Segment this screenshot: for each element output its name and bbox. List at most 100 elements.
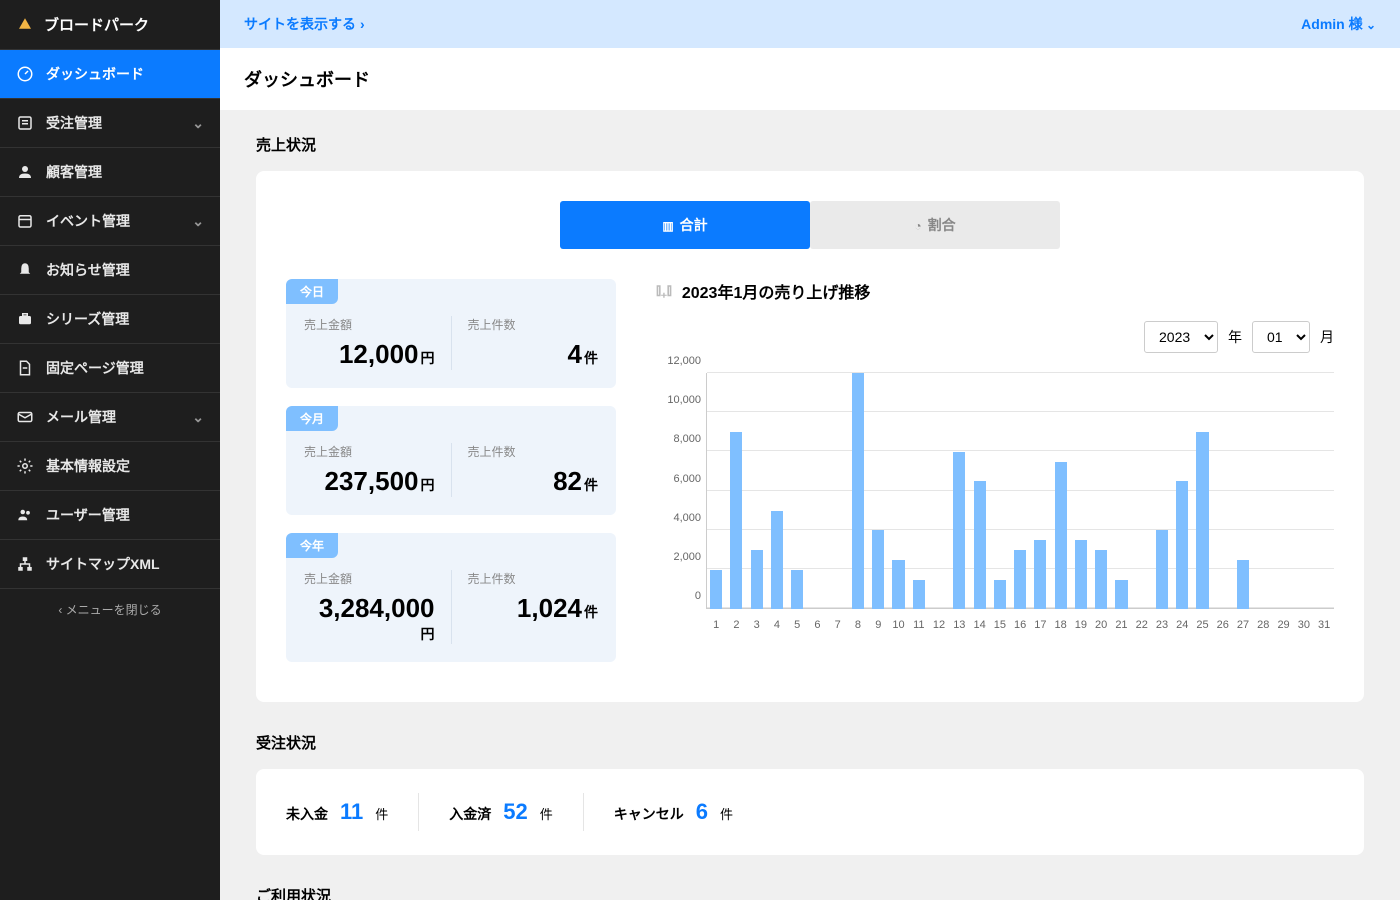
x-tick: 25 bbox=[1192, 619, 1212, 631]
month-select[interactable]: 01 bbox=[1252, 321, 1310, 353]
sidebar-item-label: 基本情報設定 bbox=[46, 456, 130, 476]
bar bbox=[1055, 462, 1067, 610]
sitemap-icon bbox=[16, 555, 34, 573]
year-amount: 3,284,000 bbox=[319, 593, 435, 623]
tab-total-label: 合計 bbox=[680, 217, 708, 233]
x-tick: 12 bbox=[929, 619, 949, 631]
tab-total[interactable]: ▥合計 bbox=[560, 201, 810, 249]
order-cancelled-value: 6 bbox=[696, 799, 708, 825]
stat-badge-year: 今年 bbox=[286, 533, 338, 558]
bar-slot: 22 bbox=[1132, 373, 1152, 609]
order-paid-unit: 件 bbox=[540, 804, 553, 823]
x-tick: 7 bbox=[828, 619, 848, 631]
bar bbox=[771, 511, 783, 609]
bell-icon bbox=[16, 261, 34, 279]
x-tick: 27 bbox=[1233, 619, 1253, 631]
order-unpaid[interactable]: 未入金 11 件 bbox=[286, 793, 419, 831]
x-tick: 2 bbox=[726, 619, 746, 631]
x-tick: 18 bbox=[1051, 619, 1071, 631]
bar-slot: 19 bbox=[1071, 373, 1091, 609]
x-tick: 5 bbox=[787, 619, 807, 631]
x-tick: 20 bbox=[1091, 619, 1111, 631]
bar bbox=[994, 580, 1006, 610]
orders-section-title: 受注状況 bbox=[256, 732, 1364, 753]
stat-badge-month: 今月 bbox=[286, 406, 338, 431]
sidebar-item-sitemap[interactable]: サイトマップXML bbox=[0, 540, 220, 589]
x-tick: 19 bbox=[1071, 619, 1091, 631]
sidebar-item-calendar[interactable]: イベント管理⌄ bbox=[0, 197, 220, 246]
sidebar-collapse[interactable]: メニューを閉じる bbox=[0, 589, 220, 630]
x-tick: 14 bbox=[969, 619, 989, 631]
bar bbox=[791, 570, 803, 609]
bar bbox=[974, 481, 986, 609]
brand-label: ブロードパーク bbox=[44, 14, 149, 35]
bar-slot: 5 bbox=[787, 373, 807, 609]
x-tick: 8 bbox=[848, 619, 868, 631]
month-suffix: 月 bbox=[1320, 327, 1334, 347]
bar bbox=[710, 570, 722, 609]
user-menu[interactable]: Admin 様 bbox=[1301, 14, 1376, 34]
x-tick: 23 bbox=[1152, 619, 1172, 631]
bar-slot: 15 bbox=[990, 373, 1010, 609]
brand-icon bbox=[16, 16, 34, 34]
bar-slot: 25 bbox=[1192, 373, 1212, 609]
order-paid[interactable]: 入金済 52 件 bbox=[419, 793, 584, 831]
order-paid-label: 入金済 bbox=[449, 804, 491, 824]
calendar-icon bbox=[16, 212, 34, 230]
chevron-down-icon: ⌄ bbox=[192, 115, 204, 132]
ken-unit: 件 bbox=[584, 350, 598, 366]
sidebar: ブロードパーク ダッシュボード受注管理⌄ 顧客管理イベント管理⌄お知らせ管理シリー… bbox=[0, 0, 220, 900]
bar-slot: 18 bbox=[1051, 373, 1071, 609]
briefcase-icon bbox=[16, 310, 34, 328]
sidebar-item-label: シリーズ管理 bbox=[46, 309, 129, 329]
sidebar-item-list[interactable]: 受注管理⌄ bbox=[0, 99, 220, 148]
bar-slot: 20 bbox=[1091, 373, 1111, 609]
sidebar-item-briefcase[interactable]: シリーズ管理 bbox=[0, 295, 220, 344]
month-count: 82 bbox=[553, 466, 582, 496]
stat-card-today: 今日 売上金額 12,000円 売上件数 4件 bbox=[286, 279, 616, 388]
stat-badge-today: 今日 bbox=[286, 279, 338, 304]
sidebar-item-users[interactable]: ユーザー管理 bbox=[0, 491, 220, 540]
bar-slot: 11 bbox=[909, 373, 929, 609]
stat-card-year: 今年 売上金額 3,284,000円 売上件数 1,024件 bbox=[286, 533, 616, 662]
bar bbox=[892, 560, 904, 609]
sidebar-item-file[interactable]: 固定ページ管理 bbox=[0, 344, 220, 393]
sidebar-item-label: 顧客管理 bbox=[46, 162, 102, 182]
sidebar-item-gauge[interactable]: ダッシュボード bbox=[0, 50, 220, 99]
bar-slot: 28 bbox=[1253, 373, 1273, 609]
view-site-link[interactable]: サイトを表示する bbox=[244, 14, 365, 34]
sidebar-item-gear[interactable]: 基本情報設定 bbox=[0, 442, 220, 491]
x-tick: 29 bbox=[1273, 619, 1293, 631]
bar-slot: 17 bbox=[1030, 373, 1050, 609]
file-icon bbox=[16, 359, 34, 377]
tab-ratio[interactable]: ◔割合 bbox=[810, 201, 1060, 249]
order-unpaid-label: 未入金 bbox=[286, 804, 328, 824]
brand[interactable]: ブロードパーク bbox=[0, 0, 220, 50]
year-select[interactable]: 2023 bbox=[1144, 321, 1218, 353]
order-cancelled[interactable]: キャンセル 6 件 bbox=[584, 793, 763, 831]
usage-section-title: ご利用状況 bbox=[256, 885, 1364, 900]
sales-section-title: 売上状況 bbox=[256, 134, 1364, 155]
gauge-icon bbox=[16, 65, 34, 83]
sidebar-item-user[interactable]: 顧客管理 bbox=[0, 148, 220, 197]
bar bbox=[872, 530, 884, 609]
order-cancelled-unit: 件 bbox=[720, 804, 733, 823]
orders-panel: 未入金 11 件 入金済 52 件 キャンセル 6 件 bbox=[256, 769, 1364, 855]
stat-count-label: 売上件数 bbox=[468, 316, 599, 333]
bar-slot: 4 bbox=[767, 373, 787, 609]
chevron-down-icon: ⌄ bbox=[192, 409, 204, 426]
bar-slot: 1 bbox=[706, 373, 726, 609]
yen-unit: 円 bbox=[421, 626, 435, 642]
bar-slot: 6 bbox=[807, 373, 827, 609]
x-tick: 22 bbox=[1132, 619, 1152, 631]
sidebar-item-mail[interactable]: メール管理⌄ bbox=[0, 393, 220, 442]
users-icon bbox=[16, 506, 34, 524]
x-tick: 24 bbox=[1172, 619, 1192, 631]
bar bbox=[852, 373, 864, 609]
today-count: 4 bbox=[568, 339, 582, 369]
sales-panel: ▥合計 ◔割合 今日 売上金額 12,000円 bbox=[256, 171, 1364, 702]
stat-amount-label: 売上金額 bbox=[304, 570, 435, 587]
sidebar-item-bell[interactable]: お知らせ管理 bbox=[0, 246, 220, 295]
x-tick: 10 bbox=[888, 619, 908, 631]
bar bbox=[1196, 432, 1208, 609]
